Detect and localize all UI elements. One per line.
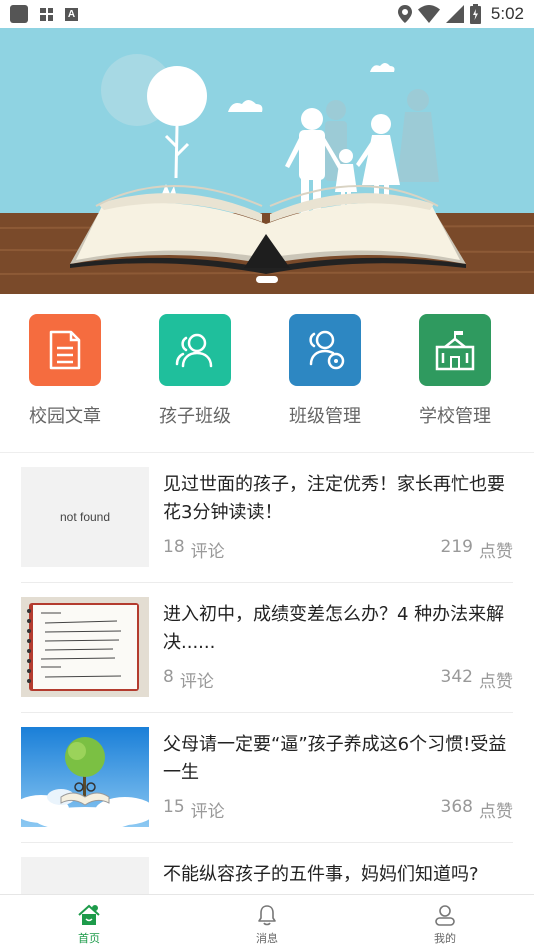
nav-home[interactable]: 首页: [0, 895, 178, 950]
article-thumbnail: not found: [21, 467, 149, 567]
article-meta: 18 评论 219 点赞: [163, 537, 513, 562]
article-likes: 368 点赞: [440, 797, 513, 822]
bottom-nav: 首页 消息 我的: [0, 894, 534, 950]
article-item[interactable]: 父母请一定要“逼”孩子养成这6个习惯!受益一生 15 评论 368 点赞: [21, 713, 513, 843]
a-notification-icon: A: [65, 7, 78, 21]
quick-menu-label: 班级管理: [289, 406, 361, 427]
article-thumbnail: [21, 597, 149, 697]
article-likes: 219 点赞: [440, 537, 513, 562]
article-comments: 15 评论: [163, 797, 225, 822]
home-icon: [78, 904, 100, 925]
article-title: 见过世面的孩子，注定优秀！家长再忙也要花3分钟读读！: [163, 474, 505, 523]
notebook-image: [21, 597, 149, 697]
nav-messages[interactable]: 消息: [178, 895, 356, 950]
quick-menu-label: 学校管理: [419, 406, 491, 427]
wifi-icon: [417, 5, 440, 23]
people-gear-icon: [289, 314, 361, 386]
status-bar: A 5:02: [0, 0, 534, 28]
location-icon: [397, 5, 412, 23]
article-title: 父母请一定要“逼”孩子养成这6个习惯!受益一生: [163, 734, 507, 783]
thumbnail-placeholder-text: not found: [59, 510, 111, 524]
article-meta: 8 评论 342 点赞: [163, 667, 513, 692]
nav-label: 消息: [256, 932, 278, 945]
quick-menu-campus-articles[interactable]: 校园文章: [0, 294, 130, 452]
notification-app-icon: [10, 5, 28, 23]
article-title: 不能纵容孩子的五件事，妈妈们知道吗?: [163, 864, 479, 885]
article-list: not found 见过世面的孩子，注定优秀！家长再忙也要花3分钟读读！ 18 评…: [0, 453, 534, 950]
quick-menu: 校园文章 孩子班级 班级管理 学校管理: [0, 294, 534, 452]
article-comments: 18 评论: [163, 537, 225, 562]
document-icon: [29, 314, 101, 386]
quick-menu-school-management[interactable]: 学校管理: [390, 294, 520, 452]
grid-icon: [40, 7, 53, 21]
signal-icon: [445, 5, 464, 23]
school-icon: [419, 314, 491, 386]
banner-illustration: [0, 28, 534, 294]
user-icon: [435, 905, 455, 926]
people-icon: [159, 314, 231, 386]
quick-menu-label: 校园文章: [29, 406, 101, 427]
tree-book-image: [21, 727, 149, 827]
nav-profile[interactable]: 我的: [356, 895, 534, 950]
carousel-indicator[interactable]: [256, 276, 278, 283]
article-title: 进入初中，成绩变差怎么办？4 种办法来解决......: [163, 604, 505, 653]
battery-icon: [469, 4, 481, 24]
article-thumbnail: [21, 727, 149, 827]
quick-menu-child-class[interactable]: 孩子班级: [130, 294, 260, 452]
banner-carousel[interactable]: [0, 28, 534, 294]
quick-menu-label: 孩子班级: [159, 406, 231, 427]
nav-label: 首页: [78, 932, 100, 945]
article-likes: 342 点赞: [440, 667, 513, 692]
quick-menu-class-management[interactable]: 班级管理: [260, 294, 390, 452]
nav-label: 我的: [434, 932, 456, 945]
article-meta: 15 评论 368 点赞: [163, 797, 513, 822]
article-item[interactable]: 进入初中，成绩变差怎么办？4 种办法来解决...... 8 评论 342 点赞: [21, 583, 513, 713]
bell-icon: [258, 905, 276, 926]
article-item[interactable]: not found 见过世面的孩子，注定优秀！家长再忙也要花3分钟读读！ 18 评…: [21, 453, 513, 583]
status-time: 5:02: [490, 4, 524, 23]
article-comments: 8 评论: [163, 667, 214, 692]
